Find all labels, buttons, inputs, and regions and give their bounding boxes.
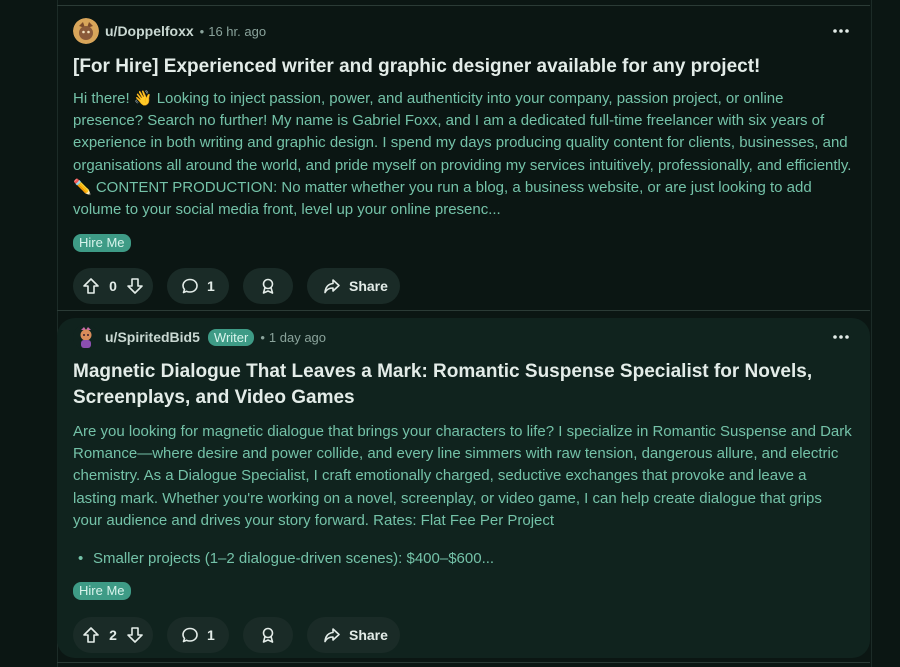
user-flair: Writer [207,328,255,346]
post-body-bullet: Smaller projects (1–2 dialogue-driven sc… [78,548,494,570]
share-icon [323,277,341,295]
vote-count: 2 [109,627,117,643]
post-meta: u/SpiritedBid5 Writer • 1 day ago [73,324,326,350]
more-options-icon[interactable] [830,21,852,41]
more-options-icon[interactable] [830,327,852,347]
comment-icon [181,277,199,295]
post-card[interactable]: u/SpiritedBid5 Writer • 1 day ago Magnet… [57,318,870,658]
award-button[interactable] [243,268,293,304]
award-icon [259,626,277,644]
post-divider [57,310,870,311]
share-label: Share [349,278,388,294]
post-flair[interactable]: Hire Me [73,234,131,252]
upvote-icon[interactable] [82,626,100,644]
meta-separator: • [260,329,265,345]
share-button[interactable]: Share [307,268,400,304]
post-meta: u/Doppelfoxx • 16 hr. ago [73,18,266,44]
comment-icon [181,626,199,644]
comment-count: 1 [207,627,215,643]
post-timestamp: 1 day ago [268,329,327,345]
downvote-icon[interactable] [126,277,144,295]
post-title[interactable]: Magnetic Dialogue That Leaves a Mark: Ro… [73,359,850,411]
user-avatar[interactable] [73,324,99,350]
post-title[interactable]: [For Hire] Experienced writer and graphi… [73,54,850,80]
share-icon [323,626,341,644]
share-button[interactable]: Share [307,617,400,653]
downvote-icon[interactable] [126,626,144,644]
comments-button[interactable]: 1 [167,268,229,304]
award-icon [259,277,277,295]
vote-bar: 0 [73,268,153,304]
comment-count: 1 [207,278,215,294]
comments-button[interactable]: 1 [167,617,229,653]
post-card[interactable]: u/Doppelfoxx • 16 hr. ago [For Hire] Exp… [57,6,870,310]
post-body[interactable]: Hi there! 👋 Looking to inject passion, p… [73,88,852,221]
share-label: Share [349,627,388,643]
post-actions: 2 1 Share [73,617,400,653]
user-avatar[interactable] [73,18,99,44]
award-button[interactable] [243,617,293,653]
meta-separator: • [199,23,205,39]
vote-bar: 2 [73,617,153,653]
upvote-icon[interactable] [82,277,100,295]
divider-bottom [57,662,870,663]
post-timestamp: 16 hr. ago [208,23,267,39]
post-flair[interactable]: Hire Me [73,582,131,600]
vote-count: 0 [109,278,117,294]
post-body[interactable]: Are you looking for magnetic dialogue th… [73,421,852,532]
post-actions: 0 1 Share [73,268,400,304]
post-username[interactable]: u/SpiritedBid5 [105,329,200,345]
post-username[interactable]: u/Doppelfoxx [105,23,194,39]
